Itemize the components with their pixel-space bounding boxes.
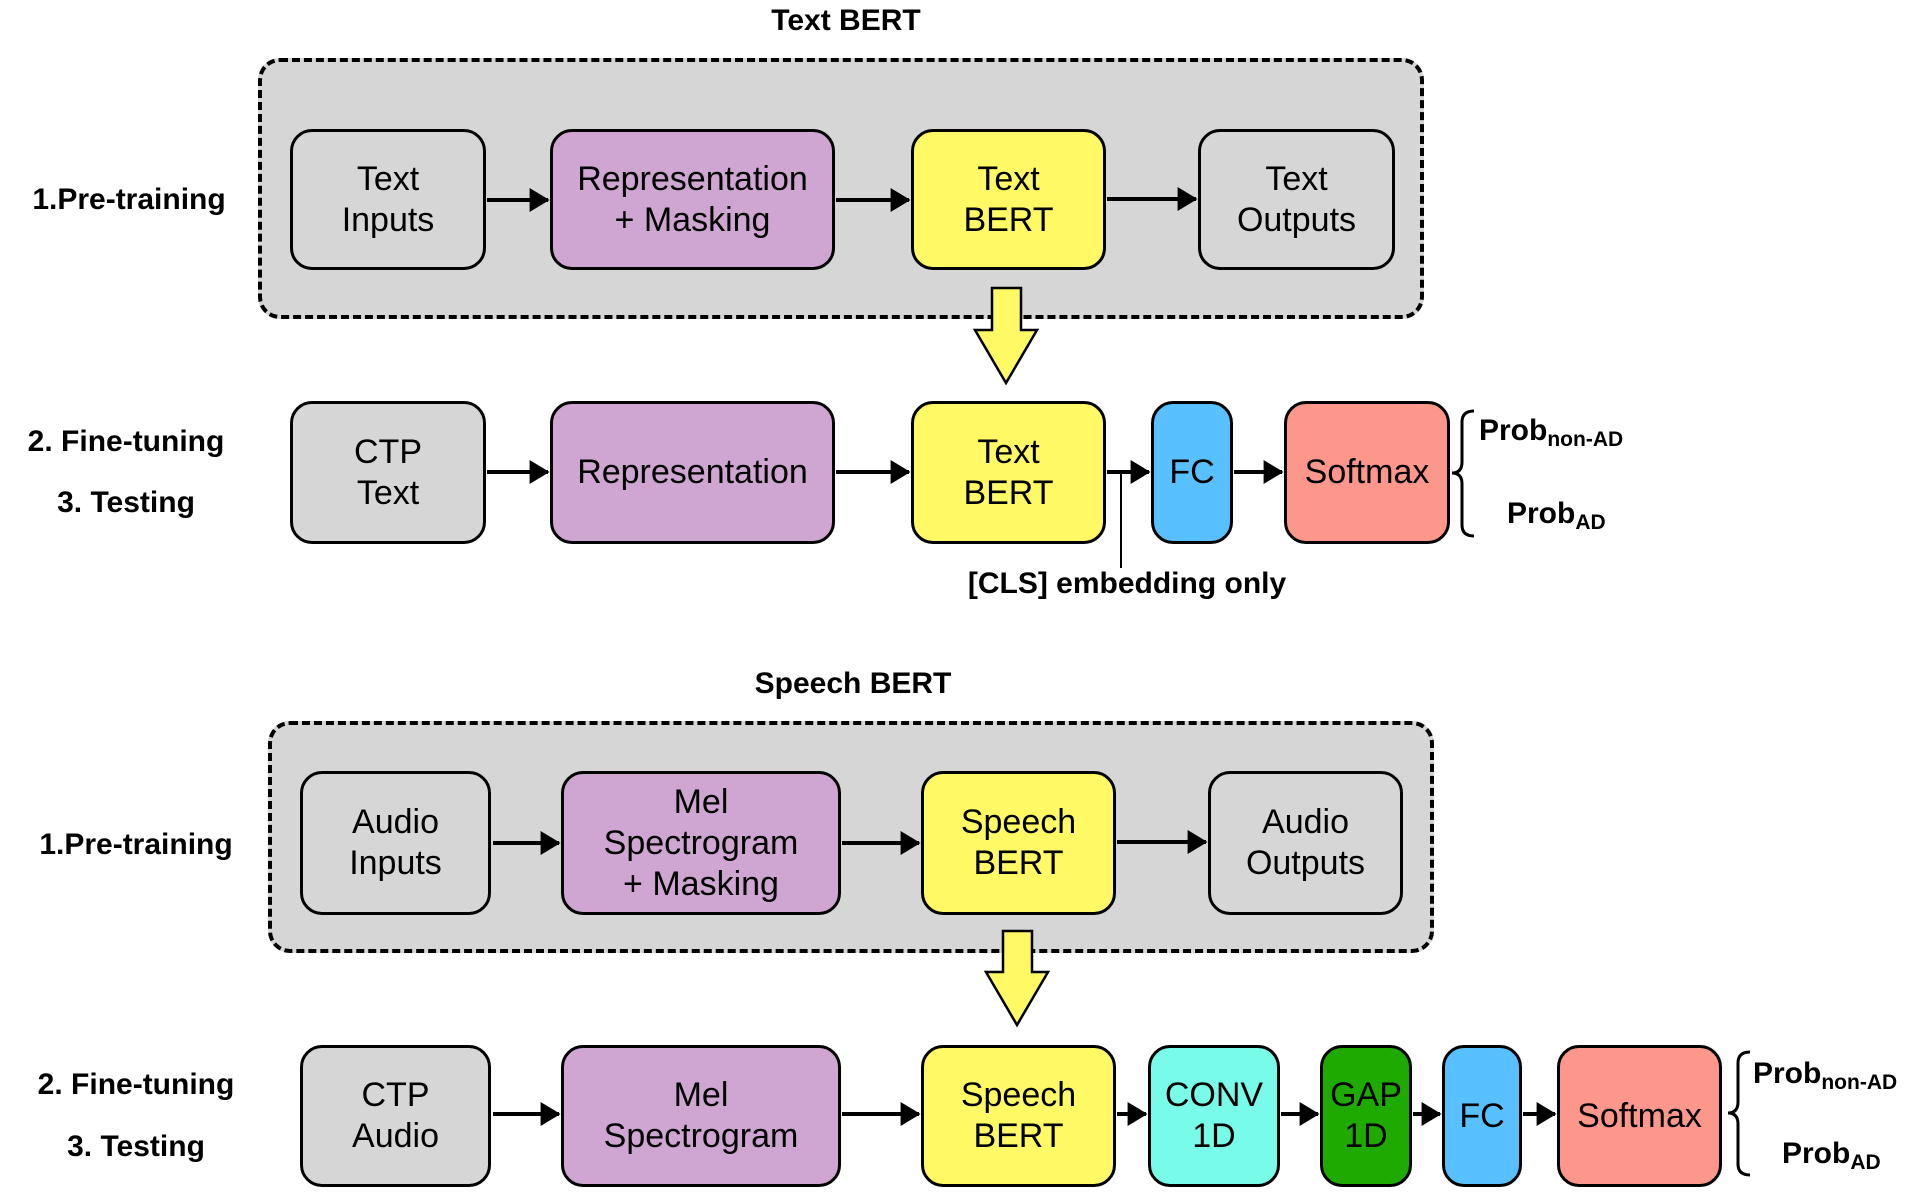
box-line: Text <box>977 432 1040 471</box>
box-line: CTP <box>354 432 422 471</box>
speech-pretraining-label: 1.Pre-training <box>39 828 233 861</box>
prob-text: Prob <box>1753 1057 1822 1090</box>
box-line: Outputs <box>1236 200 1357 239</box>
speech-bert-finetune-box: Speech BERT <box>921 1045 1116 1187</box>
text-pretraining-label: 1.Pre-training <box>32 183 226 216</box>
box-line: GAP <box>1330 1076 1402 1114</box>
text-bert-finetune-box: Text BERT <box>911 401 1106 544</box>
prob-subscript: AD <box>1850 1151 1881 1174</box>
prob-subscript: non-AD <box>1821 1071 1898 1094</box>
softmax-box-speech: Softmax <box>1557 1045 1722 1187</box>
box-line: Audio <box>352 803 439 841</box>
mel-spectrogram-box: Mel Spectrogram <box>561 1045 841 1187</box>
box-line: Text <box>977 159 1040 198</box>
box-line: BERT <box>973 1117 1064 1155</box>
speech-testing-label: 3. Testing <box>67 1130 205 1163</box>
box-line: 1D <box>1344 1117 1388 1155</box>
representation-box: Representation <box>550 401 835 544</box>
mel-spectrogram-masking-box: Mel Spectrogram + Masking <box>561 771 841 915</box>
prob-non-ad-label-speech: Probnon-AD <box>1753 1057 1897 1095</box>
audio-outputs-box: Audio Outputs <box>1208 771 1403 915</box>
prob-non-ad-label: Probnon-AD <box>1479 414 1623 452</box>
box-line: 1D <box>1192 1117 1236 1155</box>
box-line: Text <box>356 473 420 512</box>
box-line: Speech <box>960 803 1077 841</box>
text-outputs-box: Text Outputs <box>1198 129 1395 270</box>
prob-ad-label-speech: ProbAD <box>1782 1137 1881 1175</box>
text-bert-box: Text BERT <box>911 129 1106 270</box>
softmax-box: Softmax <box>1284 401 1450 544</box>
box-line: FC <box>1169 453 1215 491</box>
text-bert-title: Text BERT <box>771 4 921 37</box>
prob-ad-label: ProbAD <box>1507 497 1606 535</box>
audio-inputs-box: Audio Inputs <box>300 771 491 915</box>
text-inputs-box: Text Inputs <box>290 129 486 270</box>
prob-subscript: non-AD <box>1547 428 1624 451</box>
ctp-audio-box: CTP Audio <box>300 1045 491 1187</box>
box-line: Inputs <box>341 200 435 239</box>
box-line: Spectrogram <box>603 823 799 862</box>
box-line: Speech <box>960 1076 1077 1114</box>
fc-box-speech: FC <box>1442 1045 1522 1187</box>
box-line: Representation <box>577 453 808 491</box>
ctp-text-box: CTP Text <box>290 401 486 544</box>
box-line: BERT <box>963 473 1054 512</box>
box-line: Audio <box>1262 803 1349 841</box>
prob-text: Prob <box>1507 497 1576 530</box>
box-line: CONV <box>1164 1076 1264 1114</box>
box-line: Outputs <box>1245 844 1366 882</box>
cls-embedding-annotation: [CLS] embedding only <box>967 567 1287 600</box>
conv-1d-box: CONV 1D <box>1148 1045 1280 1187</box>
brace-icon <box>1451 409 1475 538</box>
brace-icon <box>1727 1050 1751 1177</box>
box-line: Text <box>356 159 420 198</box>
box-line: Softmax <box>1577 1096 1702 1135</box>
fc-box: FC <box>1151 401 1233 544</box>
representation-masking-box: Representation + Masking <box>550 129 835 270</box>
box-line: + Masking <box>623 864 779 903</box>
box-line: Text <box>1265 159 1328 198</box>
box-line: Mel <box>673 782 729 821</box>
speech-bert-box: Speech BERT <box>921 771 1116 915</box>
box-line: FC <box>1459 1096 1505 1135</box>
text-finetuning-label: 2. Fine-tuning <box>27 425 225 458</box>
box-line: BERT <box>973 844 1064 882</box>
text-testing-label: 3. Testing <box>57 486 195 519</box>
speech-bert-title: Speech BERT <box>754 667 952 700</box>
box-line: Inputs <box>349 844 442 882</box>
gap-1d-box: GAP 1D <box>1320 1045 1412 1187</box>
box-line: Softmax <box>1304 453 1430 491</box>
box-line: Representation <box>577 159 808 198</box>
box-line: CTP <box>361 1076 430 1114</box>
box-line: Audio <box>352 1117 439 1155</box>
prob-text: Prob <box>1782 1137 1851 1170</box>
prob-subscript: AD <box>1575 511 1606 534</box>
box-line: Spectrogram <box>603 1117 799 1155</box>
box-line: BERT <box>963 200 1054 239</box>
prob-text: Prob <box>1479 414 1548 447</box>
box-line: Mel <box>673 1076 729 1114</box>
box-line: + Masking <box>614 200 771 239</box>
speech-finetuning-label: 2. Fine-tuning <box>37 1068 235 1101</box>
